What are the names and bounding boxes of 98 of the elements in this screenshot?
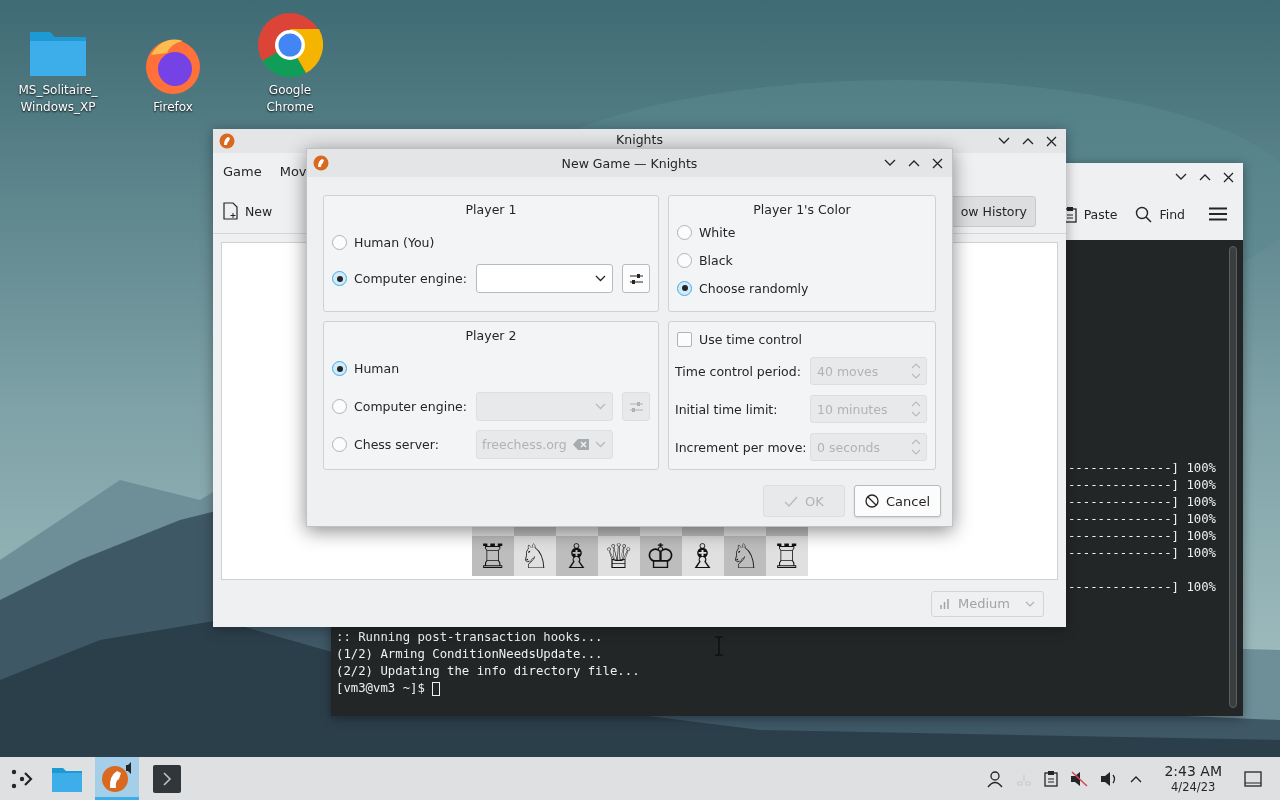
checkbox[interactable] <box>677 332 692 347</box>
radio-button[interactable] <box>332 271 347 286</box>
chess-piece[interactable]: ♘ <box>513 536 556 576</box>
maximize-icon[interactable] <box>908 159 920 167</box>
window-title: Knights <box>616 132 663 147</box>
board-square <box>639 526 682 536</box>
radio-button[interactable] <box>677 252 692 268</box>
user-icon[interactable] <box>986 769 1005 788</box>
maximize-icon[interactable] <box>1199 173 1211 181</box>
radio-label[interactable]: Computer engine: <box>354 399 467 414</box>
sliders-icon <box>628 400 644 413</box>
radio-label[interactable]: Computer engine: <box>354 271 467 286</box>
text-cursor-block <box>432 681 441 696</box>
checkbox-label[interactable]: Use time control <box>699 332 802 347</box>
radio-button[interactable] <box>332 361 347 376</box>
menu-item[interactable]: Mov <box>279 163 307 179</box>
terminal-line: (2/2) Updating the info directory file... <box>336 663 640 680</box>
radio-label[interactable]: White <box>699 224 736 240</box>
board-square <box>471 526 514 536</box>
group-title: Player 1's Color <box>753 202 851 218</box>
radio-button[interactable] <box>332 437 347 452</box>
new-button[interactable]: New <box>223 200 273 222</box>
close-icon[interactable] <box>1223 171 1234 183</box>
toolbar-button[interactable]: Find <box>1135 203 1185 225</box>
sliders-icon <box>628 272 644 285</box>
minimize-icon[interactable] <box>1175 173 1187 181</box>
terminal-line: --------------] 100% <box>1067 545 1216 562</box>
field-label: Time control period: <box>675 363 801 379</box>
menu-icon[interactable] <box>1209 207 1227 221</box>
chess-piece[interactable]: ♗ <box>555 536 598 576</box>
search-icon <box>1135 205 1153 223</box>
chevron-icon <box>595 441 606 448</box>
terminal-line: --------------] 100% <box>1067 579 1216 596</box>
settings-button[interactable] <box>622 264 650 293</box>
chevron-icon <box>595 275 606 282</box>
radio-button[interactable] <box>677 280 692 296</box>
radio-label[interactable]: Human <box>354 361 400 376</box>
chevron-icon <box>595 403 606 410</box>
scrollbar[interactable] <box>1229 246 1237 708</box>
menu-item[interactable]: Game <box>223 163 262 179</box>
chess-piece[interactable]: ♘ <box>723 536 766 576</box>
minimize-icon[interactable] <box>998 137 1010 145</box>
chess-piece[interactable]: ♖ <box>765 536 808 576</box>
chess-piece[interactable]: ♖ <box>471 536 514 576</box>
field-label: Increment per move: <box>675 439 807 455</box>
bars-icon <box>940 598 952 609</box>
terminal-line: --------------] 100% <box>1067 528 1216 545</box>
clock-time[interactable]: 2:43 AM <box>1164 762 1222 779</box>
taskbar-app[interactable] <box>95 757 139 800</box>
knight-logo-icon <box>313 155 329 171</box>
board-square <box>723 526 766 536</box>
terminal-line: :: Running post-transaction hooks... <box>336 629 603 646</box>
muted-speaker-icon[interactable] <box>1070 770 1089 787</box>
new-document-icon <box>223 202 238 220</box>
group-title: Player 2 <box>465 328 517 344</box>
cancel-icon <box>864 494 879 508</box>
desktop-icon-label[interactable]: MS_Solitaire_ Windows_XP <box>12 82 104 116</box>
terminal-line: [vm3@vm3 ~]$ <box>336 680 426 697</box>
clear-text-icon <box>572 439 589 450</box>
check-icon <box>784 495 799 507</box>
radio-label[interactable]: Choose randomly <box>699 280 809 296</box>
terminal-line: --------------] 100% <box>1067 494 1216 511</box>
browser-logo-icon[interactable] <box>257 12 323 78</box>
chess-piece[interactable]: ♕ <box>597 536 640 576</box>
radio-label[interactable]: Human (You) <box>354 234 435 250</box>
radio-label[interactable]: Chess server: <box>354 437 439 452</box>
desktop-icon-label[interactable]: Firefox <box>127 99 219 116</box>
radio-button[interactable] <box>332 399 347 414</box>
terminal-line: --------------] 100% <box>1067 511 1216 528</box>
close-icon[interactable] <box>932 157 943 169</box>
field-label: Initial time limit: <box>675 401 778 417</box>
expand-tray-icon[interactable] <box>1130 774 1143 783</box>
terminal-line: --------------] 100% <box>1067 460 1216 477</box>
dialog-title: New Game — Knights <box>561 155 698 171</box>
radio-button[interactable] <box>332 234 347 250</box>
board-square <box>555 526 598 536</box>
show-desktop-icon[interactable] <box>1244 770 1262 787</box>
chevron-icon <box>1025 600 1035 607</box>
terminal-icon <box>152 763 182 794</box>
group-title: Player 1 <box>465 202 517 218</box>
spin-arrows-icon <box>911 401 921 417</box>
terminal-line: (1/2) Arming ConditionNeedsUpdate... <box>336 646 603 663</box>
radio-button[interactable] <box>677 224 692 240</box>
maximize-icon[interactable] <box>1022 137 1034 145</box>
clipboard-icon[interactable] <box>1044 770 1059 787</box>
close-icon[interactable] <box>1046 135 1057 147</box>
spin-arrows-icon <box>911 439 921 455</box>
spin-arrows-icon <box>911 363 921 379</box>
knight-logo-icon <box>219 133 235 149</box>
minimize-icon[interactable] <box>884 159 896 167</box>
cancel-button[interactable]: Cancel <box>853 485 941 517</box>
knight-logo-icon <box>100 761 134 793</box>
desktop-icon-label[interactable]: Google Chrome <box>244 82 336 116</box>
chess-piece[interactable]: ♗ <box>681 536 724 576</box>
radio-label[interactable]: Black <box>699 252 733 268</box>
clock-date[interactable]: 4/24/23 <box>1171 778 1216 795</box>
chess-piece[interactable]: ♔ <box>639 536 682 576</box>
terminal-line: --------------] 100% <box>1067 477 1216 494</box>
